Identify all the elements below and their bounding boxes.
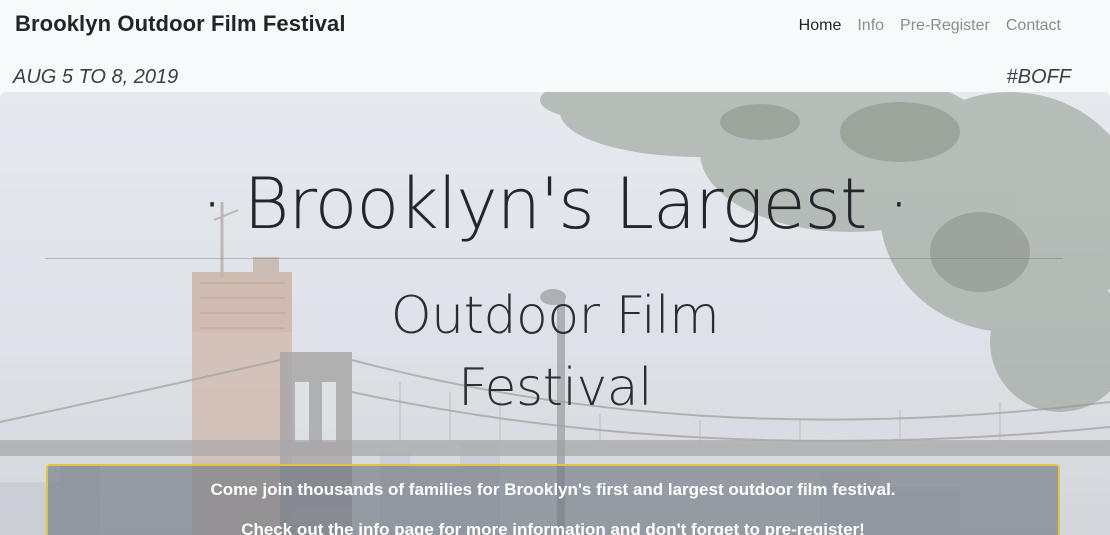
nav-links: Home Info Pre-Register Contact (791, 16, 1069, 36)
brand-link[interactable]: Brooklyn Outdoor Film Festival (15, 11, 346, 37)
nav-link-pre-register[interactable]: Pre-Register (892, 16, 998, 36)
nav-link-info[interactable]: Info (849, 16, 892, 36)
info-text-line-1: Come join thousands of families for Broo… (210, 480, 896, 499)
hero-subtitle: Outdoor Film Festival (0, 280, 1110, 424)
info-callout: Come join thousands of families for Broo… (46, 464, 1060, 535)
hero-title: · Brooklyn's Largest · (201, 163, 910, 245)
festival-dates: AUG 5 TO 8, 2019 (13, 66, 179, 88)
hero-section: · Brooklyn's Largest · Outdoor Film Fest… (0, 92, 1110, 535)
top-navbar: Brooklyn Outdoor Film Festival Home Info… (0, 0, 1110, 92)
hero-subtitle-line-2: Festival (457, 358, 653, 418)
festival-hashtag: #BOFF (1006, 66, 1071, 88)
nav-link-contact[interactable]: Contact (998, 16, 1069, 36)
nav-link-home[interactable]: Home (791, 16, 850, 36)
info-text-line-2: Check out the info page for more informa… (241, 520, 865, 535)
hero-subtitle-line-1: Outdoor Film (390, 286, 720, 346)
hero-divider (45, 258, 1063, 259)
